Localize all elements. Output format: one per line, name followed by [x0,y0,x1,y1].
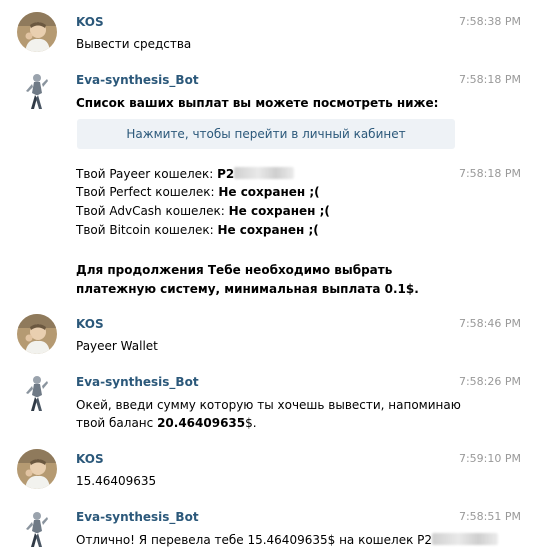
author-name-link[interactable]: Eva-synthesis_Bot [76,72,199,88]
kos-avatar-image [17,12,57,52]
message-timestamp: 7:58:46 PM [458,317,521,330]
message-heading: Список ваших выплат вы можете посмотреть… [76,96,439,110]
wallet-line-advcash: Твой AdvCash кошелек: Не сохранен ;( [76,202,330,220]
wallet-line-perfect: Твой Perfect кошелек: Не сохранен ;( [76,183,320,201]
balance-suffix: $. [245,416,257,430]
author-name-link[interactable]: Eva-synthesis_Bot [76,374,199,390]
author-name-link[interactable]: KOS [76,451,104,467]
bot-avatar[interactable] [17,71,57,111]
wallet-label: Твой Payeer кошелек: [76,167,218,181]
message-text: Отлично! Я перевела тебе 15.46409635$ на… [76,531,499,549]
open-cabinet-button[interactable]: Нажмите, чтобы перейти в личный кабинет [77,119,455,149]
wallet-label: Твой Perfect кошелек: [76,185,219,199]
payment-system-note-line2: платежную систему, минимальная выплата 0… [76,282,419,296]
message-text-line2: твой баланс 20.46409635$. [76,414,257,432]
message-timestamp: 7:58:51 PM [458,510,521,523]
transfer-text: Отлично! Я перевела тебе 15.46409635$ на… [76,533,433,547]
wallet-value: Не сохранен ;( [228,204,330,218]
kos-avatar[interactable] [17,449,57,489]
message-text: Payeer Wallet [76,339,158,353]
message-timestamp: 7:59:10 PM [458,452,521,465]
robot-avatar-image [17,373,57,413]
message-timestamp: 7:58:18 PM [458,167,521,180]
message-timestamp: 7:58:38 PM [458,15,521,28]
message-text-line1: Окей, введи сумму которую ты хочешь выве… [76,398,461,412]
wallet-value: Не сохранен ;( [217,223,319,237]
message-timestamp: 7:58:26 PM [458,375,521,388]
author-name-link[interactable]: KOS [76,316,104,332]
kos-avatar[interactable] [17,12,57,52]
robot-avatar-image [17,509,57,549]
author-name-link[interactable]: KOS [76,14,104,30]
author-name-link[interactable]: Eva-synthesis_Bot [76,509,199,525]
bot-avatar[interactable] [17,509,57,549]
kos-avatar[interactable] [17,314,57,354]
message-timestamp: 7:58:18 PM [458,73,521,86]
wallet-line-payeer: Твой Payeer кошелек: P2 [76,165,295,183]
wallet-line-bitcoin: Твой Bitcoin кошелек: Не сохранен ;( [76,221,319,239]
balance-prefix: твой баланс [76,416,158,430]
wallet-label: Твой Bitcoin кошелек: [76,223,218,237]
bot-avatar[interactable] [17,373,57,413]
balance-amount: 20.46409635 [157,416,246,430]
payment-system-note-line1: Для продолжения Тебе необходимо выбрать [76,263,393,277]
redacted-blur [234,167,295,179]
redacted-blur [432,533,499,545]
wallet-label: Твой AdvCash кошелек: [76,204,229,218]
wallet-value: P2 [217,167,235,181]
robot-avatar-image [17,71,57,111]
message-text: 15.46409635 [76,474,157,488]
kos-avatar-image [17,449,57,489]
kos-avatar-image [17,314,57,354]
wallet-value: Не сохранен ;( [218,185,320,199]
message-text: Вывести средства [76,37,192,51]
